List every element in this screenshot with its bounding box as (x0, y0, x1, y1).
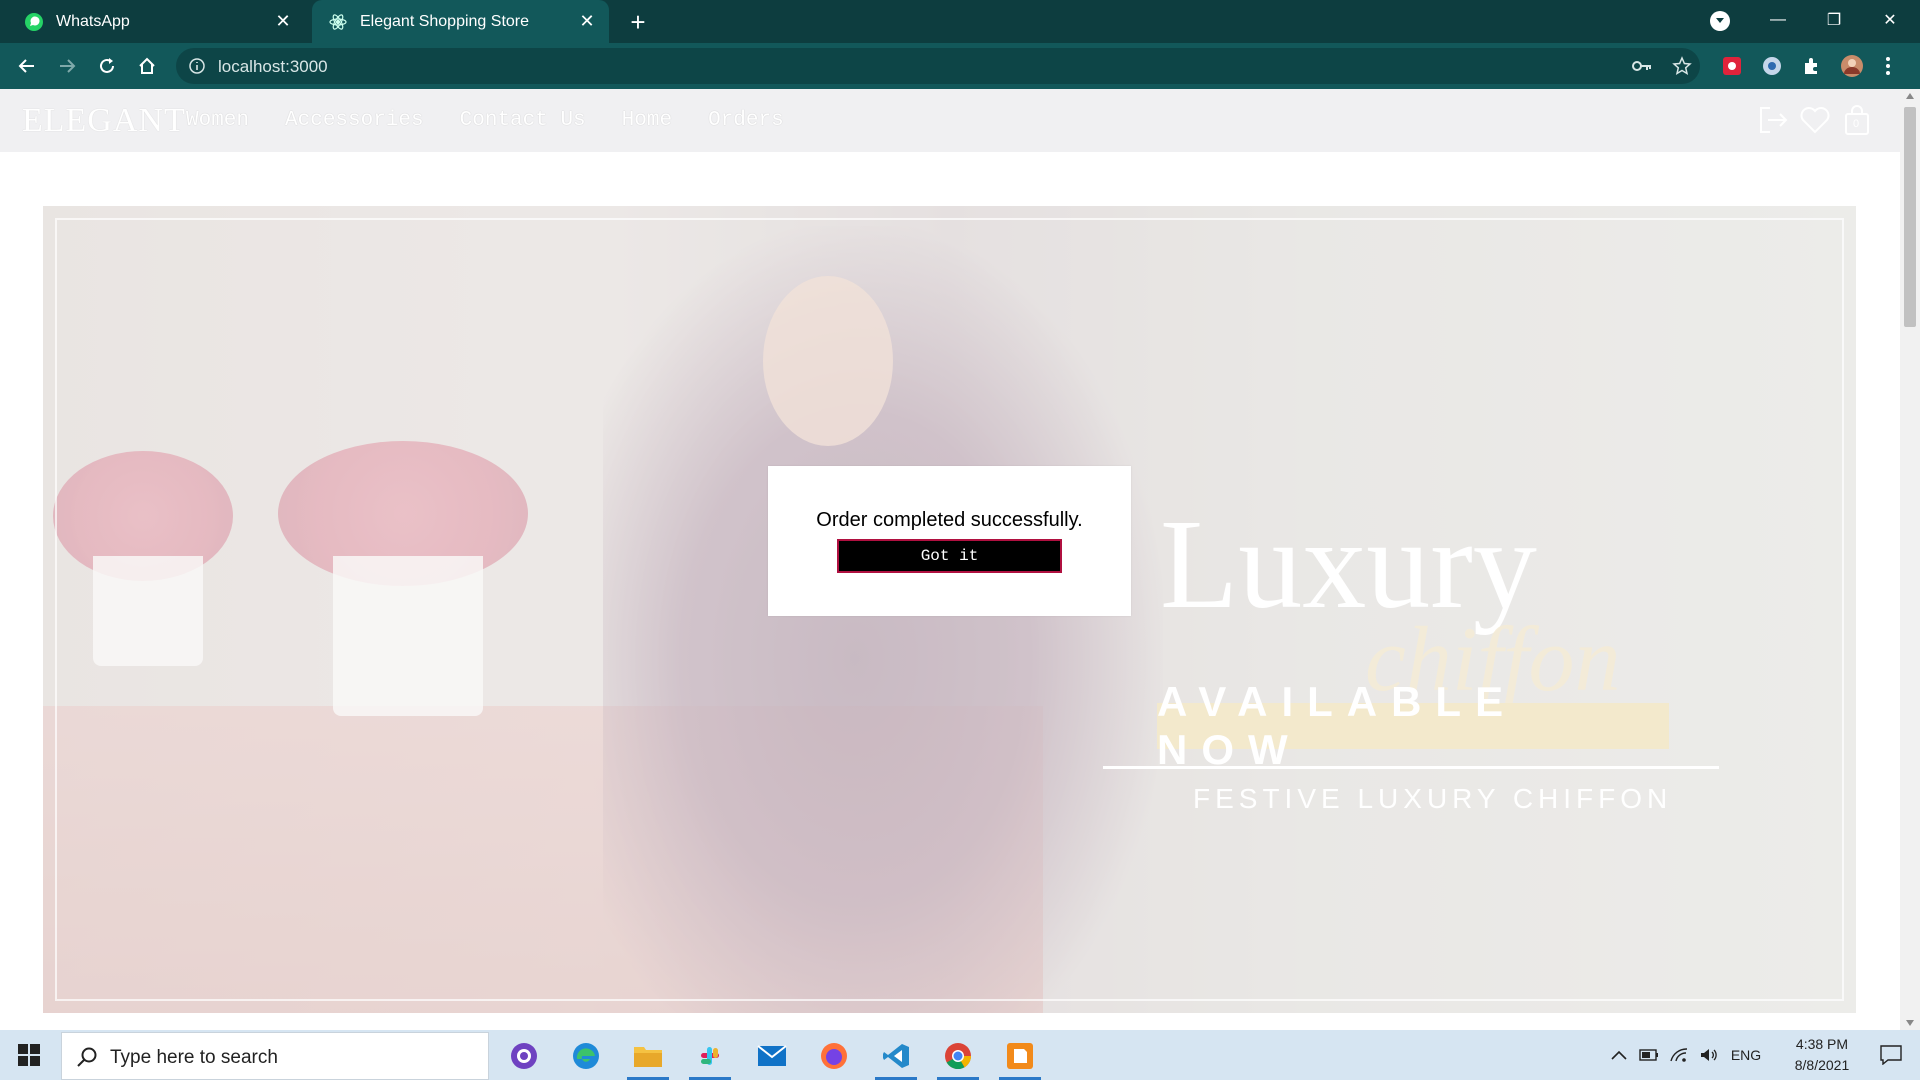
modal-message: Order completed successfully. (816, 509, 1083, 531)
site-nav-links: Women Accessories Contact Us Home Orders (186, 109, 784, 132)
slack-icon[interactable] (685, 1031, 735, 1080)
page-viewport: ELEGANT Women Accessories Contact Us Hom… (0, 89, 1900, 1030)
password-key-icon[interactable] (1630, 54, 1654, 78)
site-info-icon[interactable] (188, 57, 206, 75)
bookmark-star-icon[interactable] (1670, 54, 1694, 78)
react-icon (328, 12, 348, 32)
hero-available-banner: AVAILABLE NOW (1157, 678, 1669, 773)
site-navbar: ELEGANT Women Accessories Contact Us Hom… (0, 89, 1900, 152)
chrome-icon[interactable] (933, 1031, 983, 1080)
close-window-icon[interactable]: ✕ (1862, 0, 1918, 40)
tab-search-icon[interactable] (1710, 11, 1730, 31)
back-icon[interactable] (13, 52, 41, 80)
extension-red-icon[interactable] (1720, 54, 1744, 78)
chrome-menu-icon[interactable] (1880, 54, 1896, 78)
notifications-icon[interactable] (1866, 1030, 1916, 1080)
scroll-down-icon[interactable] (1906, 1020, 1914, 1026)
firefox-icon[interactable] (809, 1031, 859, 1080)
new-tab-button[interactable]: + (624, 8, 652, 36)
nav-link-contact-us[interactable]: Contact Us (460, 109, 586, 132)
tab-elegant-shopping-store[interactable]: Elegant Shopping Store ✕ (312, 0, 609, 43)
battery-icon[interactable] (1637, 1030, 1661, 1080)
home-icon[interactable] (133, 52, 161, 80)
clock-date: 8/8/2021 (1794, 1057, 1850, 1073)
nav-link-accessories[interactable]: Accessories (285, 109, 424, 132)
close-tab-icon[interactable]: ✕ (577, 11, 597, 31)
site-logo[interactable]: ELEGANT (22, 102, 186, 140)
extension-circle-icon[interactable] (1760, 54, 1784, 78)
show-hidden-icons-icon[interactable] (1607, 1030, 1631, 1080)
hero-divider (1103, 766, 1719, 769)
scroll-up-icon[interactable] (1906, 93, 1914, 99)
tab-whatsapp[interactable]: WhatsApp ✕ (0, 0, 305, 43)
volume-icon[interactable] (1697, 1030, 1721, 1080)
browser-toolbar: localhost:3000 (0, 43, 1920, 89)
got-it-button[interactable]: Got it (837, 539, 1062, 573)
nav-link-home[interactable]: Home (622, 109, 672, 132)
vscode-icon[interactable] (871, 1031, 921, 1080)
forward-icon[interactable] (53, 52, 81, 80)
order-success-modal: Order completed successfully. Got it (768, 466, 1131, 616)
nav-link-orders[interactable]: Orders (708, 109, 784, 132)
taskbar-clock[interactable]: 4:38 PM 8/8/2021 (1766, 1034, 1878, 1076)
restore-icon[interactable]: ❐ (1806, 0, 1862, 40)
tab-title: Elegant Shopping Store (360, 12, 530, 30)
windows-taskbar: Type here to search ENG 4:38 PM 8/8/2021 (0, 1030, 1920, 1080)
github-desktop-icon[interactable] (499, 1031, 549, 1080)
browser-tab-bar: WhatsApp ✕ Elegant Shopping Store ✕ + — … (0, 0, 1920, 43)
page-scrollbar[interactable] (1900, 89, 1920, 1030)
search-icon (77, 1047, 97, 1067)
minimize-icon[interactable]: — (1750, 0, 1806, 40)
hero-subtitle: FESTIVE LUXURY CHIFFON (1193, 783, 1673, 814)
taskbar-search-placeholder: Type here to search (110, 1047, 278, 1068)
pdf-app-icon[interactable] (995, 1031, 1045, 1080)
url-text: localhost:3000 (218, 57, 328, 76)
taskbar-search-box[interactable]: Type here to search (61, 1032, 489, 1080)
address-bar[interactable]: localhost:3000 (176, 48, 1700, 84)
close-tab-icon[interactable]: ✕ (273, 11, 293, 31)
file-explorer-icon[interactable] (623, 1031, 673, 1080)
extensions-puzzle-icon[interactable] (1800, 54, 1824, 78)
nav-link-women[interactable]: Women (186, 109, 249, 132)
whatsapp-icon (24, 12, 44, 32)
logout-icon[interactable] (1756, 103, 1790, 137)
windows-start-icon[interactable] (0, 1030, 58, 1080)
wishlist-heart-icon[interactable] (1798, 103, 1832, 137)
scrollbar-thumb[interactable] (1904, 107, 1916, 327)
reload-icon[interactable] (93, 52, 121, 80)
cart-bag-icon[interactable]: 0 (1840, 103, 1874, 137)
mail-icon[interactable] (747, 1031, 797, 1080)
wifi-icon[interactable] (1667, 1030, 1691, 1080)
tab-title: WhatsApp (56, 12, 130, 30)
input-language[interactable]: ENG (1727, 1030, 1765, 1080)
cart-count: 0 (1853, 118, 1860, 130)
profile-avatar[interactable] (1840, 54, 1864, 78)
clock-time: 4:38 PM (1795, 1036, 1849, 1052)
edge-icon[interactable] (561, 1031, 611, 1080)
